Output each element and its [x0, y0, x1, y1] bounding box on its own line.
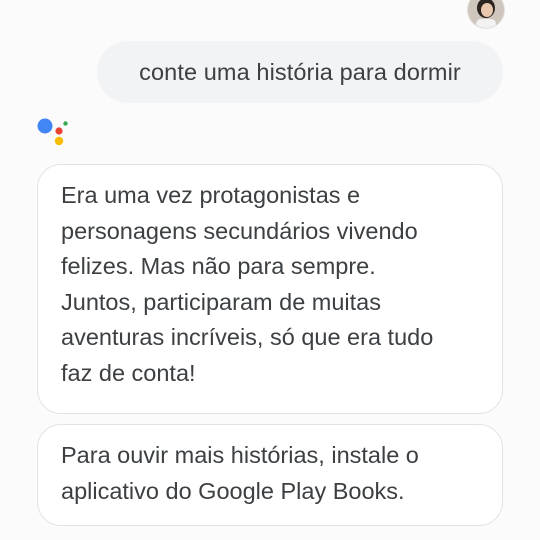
story-line: aventuras incríveis, só que era tudo — [61, 324, 434, 350]
google-assistant-icon — [34, 114, 74, 154]
story-line: felizes. Mas não para sempre. — [61, 253, 376, 279]
user-query-bubble: conte uma história para dormir — [97, 41, 503, 103]
assistant-tip-card[interactable]: Para ouvir mais histórias, instale o apl… — [37, 424, 503, 526]
story-line: faz de conta! — [61, 359, 196, 386]
story-line: Juntos, participaram de muitas — [61, 288, 382, 315]
user-avatar[interactable] — [468, 0, 504, 28]
avatar-photo-icon — [468, 0, 504, 28]
assistant-dot-red — [55, 127, 63, 135]
story-line: personagens secundários vivendo — [61, 217, 418, 244]
tip-line: Para ouvir mais histórias, instale o — [61, 442, 419, 468]
assistant-dot-green — [63, 121, 68, 126]
user-query-text: conte uma história para dormir — [139, 58, 461, 85]
story-line: Era uma vez protagonistas e — [61, 182, 361, 208]
assistant-dot-yellow — [54, 136, 64, 146]
tip-line: aplicativo do Google Play Books. — [61, 477, 405, 504]
assistant-story-card: Era uma vez protagonistas e personagens … — [37, 164, 503, 414]
assistant-dot-blue — [37, 118, 53, 134]
